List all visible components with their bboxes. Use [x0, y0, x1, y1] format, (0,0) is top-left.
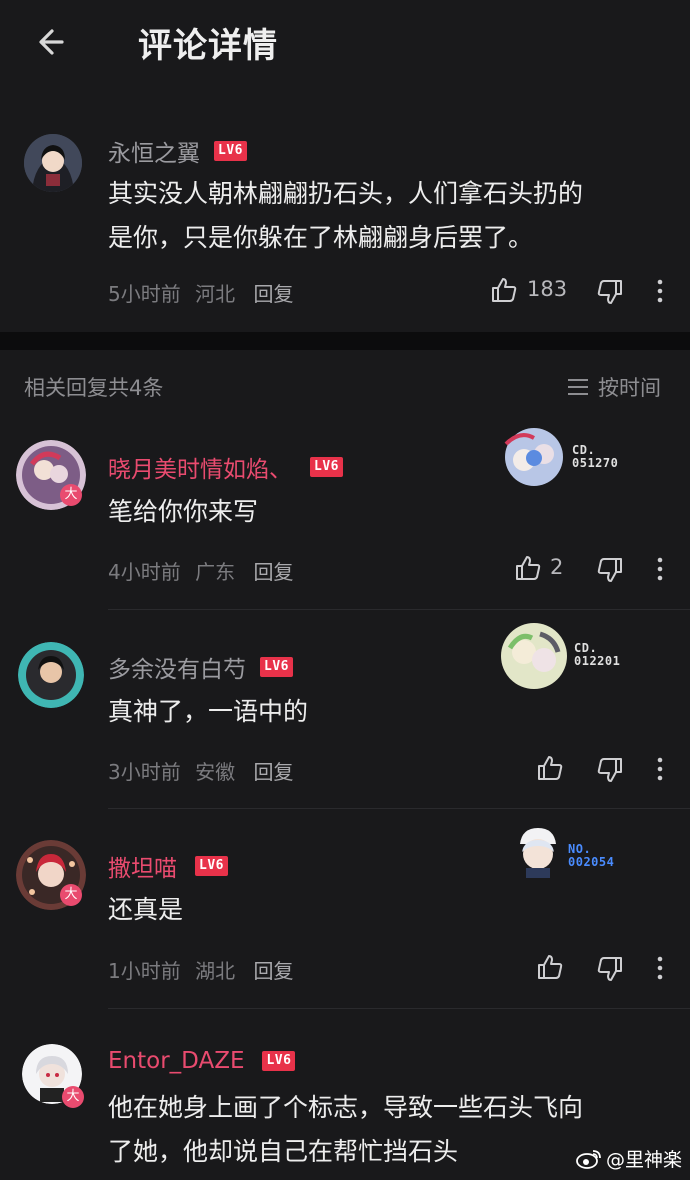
avatar[interactable]: [24, 134, 82, 192]
sort-button[interactable]: 按时间: [566, 372, 661, 402]
avatar-image-icon: [24, 134, 82, 192]
divider: [108, 1008, 690, 1009]
comment-text-line: 是你，只是你躲在了林翩翩身后罢了。: [108, 223, 534, 252]
vip-badge: 大: [62, 1086, 84, 1108]
reply-button[interactable]: 回复: [253, 760, 293, 784]
username[interactable]: Entor_DAZE: [108, 1048, 244, 1074]
thumbs-up-icon[interactable]: [536, 754, 564, 782]
reply-button[interactable]: 回复: [253, 560, 293, 584]
comment-text-line: 其实没人朝林翩翩扔石头，人们拿石头扔的: [108, 179, 584, 208]
username[interactable]: 晓月美时情如焰、: [108, 450, 292, 484]
watermark: @里神楽: [576, 1145, 682, 1172]
sort-label: 按时间: [598, 376, 661, 400]
timestamp: 5小时前: [108, 282, 181, 306]
like-count: 2: [550, 555, 564, 579]
timestamp: 3小时前: [108, 760, 181, 784]
level-badge: LV6: [195, 856, 228, 876]
username[interactable]: 多余没有白芍: [108, 650, 246, 684]
level-badge: LV6: [260, 657, 293, 677]
back-arrow-icon[interactable]: [34, 22, 74, 62]
thumbs-up-icon[interactable]: [514, 554, 542, 582]
fan-badge-number: CD. 012201: [574, 642, 620, 668]
more-options-icon[interactable]: [652, 756, 668, 782]
level-badge: LV6: [310, 457, 343, 477]
username[interactable]: 永恒之翼: [108, 134, 200, 168]
fan-badge-icon: [501, 623, 567, 689]
avatar[interactable]: [18, 642, 84, 708]
watermark-text: @里神楽: [605, 1149, 682, 1171]
fan-badge-value: 012201: [574, 654, 621, 668]
location: 湖北: [195, 959, 236, 983]
avatar-image-icon: [18, 642, 84, 708]
reply-text: 真神了，一语中的: [108, 697, 309, 726]
vip-badge: 大: [60, 884, 82, 906]
vip-badge: 大: [60, 484, 82, 506]
fan-badge-value: 002054: [568, 855, 615, 869]
fan-badge-number: NO. 002054: [568, 843, 614, 869]
divider: [108, 609, 690, 610]
comment-meta: 3小时前 安徽 回复: [108, 756, 293, 785]
location: 广东: [195, 560, 236, 584]
sort-icon: [568, 379, 588, 395]
section-divider: [0, 332, 690, 350]
weibo-logo-icon: [576, 1149, 601, 1169]
thumbs-up-icon[interactable]: [536, 953, 564, 981]
location: 安徽: [195, 760, 236, 784]
thumbs-down-icon[interactable]: [596, 955, 624, 983]
more-options-icon[interactable]: [652, 278, 668, 304]
fan-badge-icon: [504, 428, 563, 486]
reply-button[interactable]: 回复: [253, 959, 293, 983]
reply-text: 还真是: [108, 895, 184, 924]
level-badge: LV6: [214, 141, 247, 161]
fan-badge-number: CD. 051270: [572, 444, 618, 470]
divider: [108, 808, 690, 809]
comment-meta: 5小时前 河北 回复: [108, 278, 293, 307]
timestamp: 1小时前: [108, 959, 181, 983]
comment-text: 其实没人朝林翩翩扔石头，人们拿石头扔的 是你，只是你躲在了林翩翩身后罢了。: [108, 172, 678, 260]
timestamp: 4小时前: [108, 560, 181, 584]
more-options-icon[interactable]: [652, 556, 668, 582]
comment-meta: 4小时前 广东 回复: [108, 556, 293, 585]
reply-text: 笔给你你来写: [108, 497, 259, 526]
thumbs-down-icon[interactable]: [596, 756, 624, 784]
thumbs-down-icon[interactable]: [596, 556, 624, 584]
more-options-icon[interactable]: [652, 955, 668, 981]
fan-badge-icon: [520, 828, 556, 878]
comment-meta: 1小时前 湖北 回复: [108, 955, 293, 984]
reply-text-line: 他在她身上画了个标志，导致一些石头飞向: [108, 1093, 584, 1122]
thumbs-up-icon[interactable]: [490, 276, 518, 304]
level-badge: LV6: [262, 1051, 296, 1071]
location: 河北: [195, 282, 236, 306]
reply-count: 相关回复共4条: [24, 376, 164, 400]
thumbs-down-icon[interactable]: [596, 278, 624, 306]
fan-badge-value: 051270: [572, 456, 619, 470]
page-title: 评论详情: [138, 26, 278, 66]
reply-button[interactable]: 回复: [253, 282, 293, 306]
username[interactable]: 撒坦喵: [108, 849, 177, 883]
like-count: 183: [527, 277, 568, 301]
